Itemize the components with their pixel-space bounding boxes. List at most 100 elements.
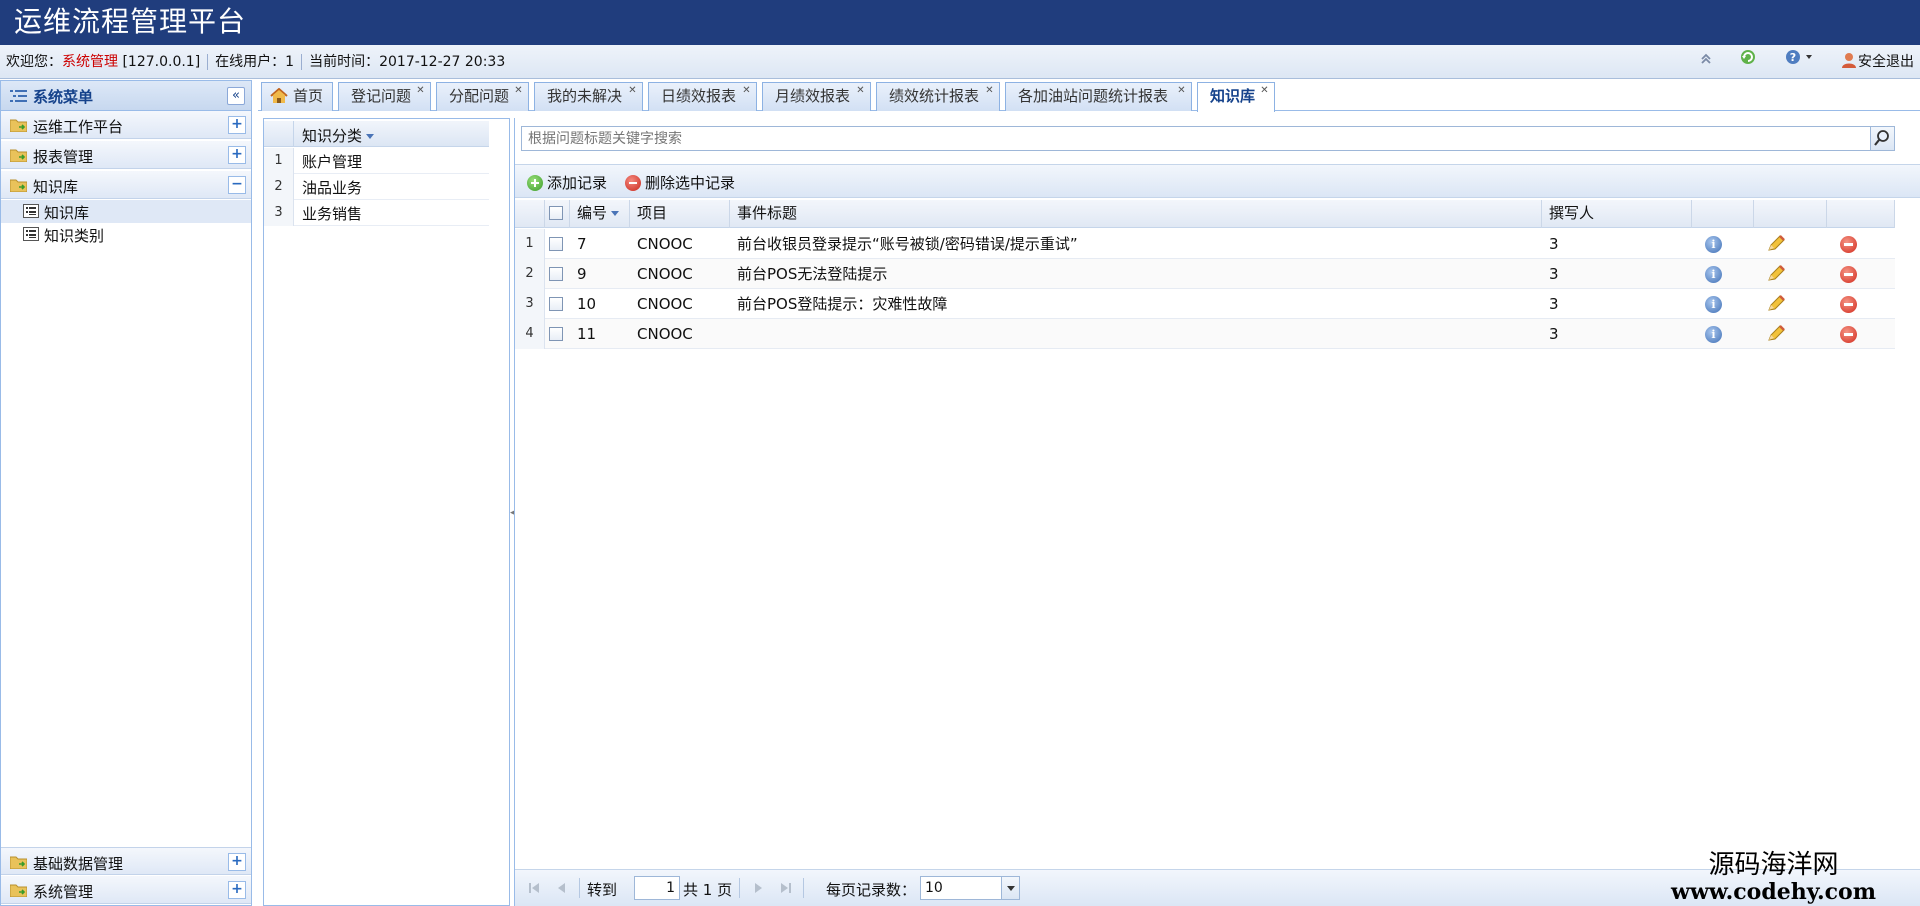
collapse-icon[interactable]: − <box>228 176 246 194</box>
expand-icon[interactable]: + <box>228 853 246 871</box>
info-icon[interactable] <box>1705 236 1722 253</box>
column-title[interactable]: 事件标题 <box>730 200 1542 228</box>
row-checkbox[interactable] <box>549 236 563 251</box>
cell-author: 3 <box>1549 265 1559 283</box>
column-label: 编号 <box>577 204 608 222</box>
cell-title: 前台POS无法登陆提示 <box>737 265 888 283</box>
close-icon[interactable]: ✕ <box>741 86 752 97</box>
cell-project: CNOOC <box>637 295 693 313</box>
divider <box>207 54 209 70</box>
column-delete <box>1827 200 1895 228</box>
table-row[interactable]: 4 11 CNOOC 3 <box>515 319 1895 349</box>
folder-icon <box>10 179 27 192</box>
refresh-icon[interactable] <box>1739 45 1757 79</box>
menu-label: 知识库 <box>33 178 79 196</box>
column-label: 知识分类 <box>302 127 363 145</box>
next-page-icon[interactable] <box>751 881 765 895</box>
logout-button[interactable]: 安全退出 <box>1840 45 1914 79</box>
remove-icon <box>625 175 641 191</box>
column-project[interactable]: 项目 <box>630 200 730 228</box>
category-row[interactable]: 2 油品业务 <box>264 174 489 200</box>
edit-pencil-icon[interactable] <box>1766 235 1786 253</box>
menu-system[interactable]: 系统管理 + <box>1 876 251 904</box>
close-icon[interactable]: ✕ <box>984 86 995 97</box>
menu-knowledge[interactable]: 知识库 − <box>1 171 251 199</box>
expand-icon[interactable]: + <box>228 116 246 134</box>
category-column-header[interactable]: 知识分类 <box>302 125 375 146</box>
sidebar: 系统菜单 « 运维工作平台 + 报表管理 + 知识库 − 知识库 知识类别 基础… <box>0 80 252 906</box>
column-label: 撰写人 <box>1549 204 1595 222</box>
tab-label: 我的未解决 <box>547 87 623 105</box>
last-page-icon[interactable] <box>779 881 793 895</box>
collapse-sidebar-button[interactable]: « <box>227 87 245 105</box>
expand-icon[interactable]: + <box>228 146 246 164</box>
menu-ops-platform[interactable]: 运维工作平台 + <box>1 111 251 139</box>
cell-author: 3 <box>1549 325 1559 343</box>
tab-my-unresolved[interactable]: 我的未解决 ✕ <box>534 82 643 111</box>
row-checkbox[interactable] <box>549 296 563 311</box>
delete-icon[interactable] <box>1840 296 1857 313</box>
menu-label: 基础数据管理 <box>33 855 124 873</box>
close-icon[interactable]: ✕ <box>1259 86 1270 97</box>
category-row[interactable]: 3 业务销售 <box>264 200 489 226</box>
delete-icon[interactable] <box>1840 266 1857 283</box>
row-checkbox[interactable] <box>549 326 563 341</box>
category-row[interactable]: 1 账户管理 <box>264 148 489 174</box>
prev-page-icon[interactable] <box>555 881 569 895</box>
edit-pencil-icon[interactable] <box>1766 265 1786 283</box>
close-icon[interactable]: ✕ <box>513 86 524 97</box>
edit-pencil-icon[interactable] <box>1766 295 1786 313</box>
tab-knowledge[interactable]: 知识库 ✕ <box>1197 82 1275 112</box>
category-grid-header: 知识分类 <box>264 121 489 147</box>
delete-selected-button[interactable]: 删除选中记录 <box>625 172 735 193</box>
sidebar-title: 系统菜单 <box>33 88 94 106</box>
tab-performance-stats[interactable]: 绩效统计报表 ✕ <box>876 82 1000 111</box>
column-edit <box>1754 200 1827 228</box>
column-id[interactable]: 编号 <box>570 200 630 228</box>
button-label: 添加记录 <box>547 174 608 192</box>
help-icon[interactable]: ? <box>1784 45 1814 79</box>
close-icon[interactable]: ✕ <box>855 86 866 97</box>
menu-reports[interactable]: 报表管理 + <box>1 141 251 169</box>
table-row[interactable]: 1 7 CNOOC 前台收银员登录提示“账号被锁/密码错误/提示重试” 3 <box>515 229 1895 259</box>
menu-base-data[interactable]: 基础数据管理 + <box>1 847 251 875</box>
info-icon[interactable] <box>1705 296 1722 313</box>
tab-assign-issue[interactable]: 分配问题 ✕ <box>436 82 529 111</box>
client-ip: [127.0.0.1] <box>122 54 201 70</box>
table-row[interactable]: 3 10 CNOOC 前台POS登陆提示：灾难性故障 3 <box>515 289 1895 319</box>
sidebar-item-knowledge[interactable]: 知识库 <box>1 200 251 223</box>
edit-pencil-icon[interactable] <box>1766 325 1786 343</box>
delete-icon[interactable] <box>1840 326 1857 343</box>
divider <box>579 878 580 898</box>
tab-register-issue[interactable]: 登记问题 ✕ <box>338 82 431 111</box>
column-label: 项目 <box>637 204 668 222</box>
table-row[interactable]: 2 9 CNOOC 前台POS无法登陆提示 3 <box>515 259 1895 289</box>
watermark-url: www.codehy.com <box>1671 879 1876 905</box>
select-all-checkbox[interactable] <box>549 205 563 220</box>
row-checkbox[interactable] <box>549 266 563 281</box>
page-number-input[interactable]: 1 <box>634 876 680 900</box>
collapse-up-icon[interactable] <box>1699 45 1713 79</box>
tab-station-stats[interactable]: 各加油站问题统计报表 ✕ <box>1005 82 1192 111</box>
add-record-button[interactable]: 添加记录 <box>527 172 607 193</box>
close-icon[interactable]: ✕ <box>1176 86 1187 97</box>
close-icon[interactable]: ✕ <box>415 86 426 97</box>
search-button[interactable] <box>1870 127 1894 150</box>
close-icon[interactable]: ✕ <box>627 86 638 97</box>
column-author[interactable]: 撰写人 <box>1542 200 1692 228</box>
page-size-select[interactable]: 10 <box>920 876 1020 900</box>
folder-icon <box>10 884 27 897</box>
sidebar-item-knowledge-category[interactable]: 知识类别 <box>1 223 251 246</box>
sort-desc-icon <box>611 211 620 216</box>
info-icon[interactable] <box>1705 266 1722 283</box>
expand-icon[interactable]: + <box>228 881 246 899</box>
delete-icon[interactable] <box>1840 236 1857 253</box>
info-icon[interactable] <box>1705 326 1722 343</box>
search-input[interactable] <box>522 127 1870 150</box>
tab-daily-report[interactable]: 日绩效报表 ✕ <box>648 82 757 111</box>
knowledge-panel: 添加记录 删除选中记录 编号 项目 事件标题 撰写人 1 7 CNOOC 前台收… <box>514 118 1920 906</box>
home-icon <box>270 88 288 103</box>
first-page-icon[interactable] <box>527 881 541 895</box>
tab-home[interactable]: 首页 <box>261 82 333 111</box>
tab-monthly-report[interactable]: 月绩效报表 ✕ <box>762 82 871 111</box>
